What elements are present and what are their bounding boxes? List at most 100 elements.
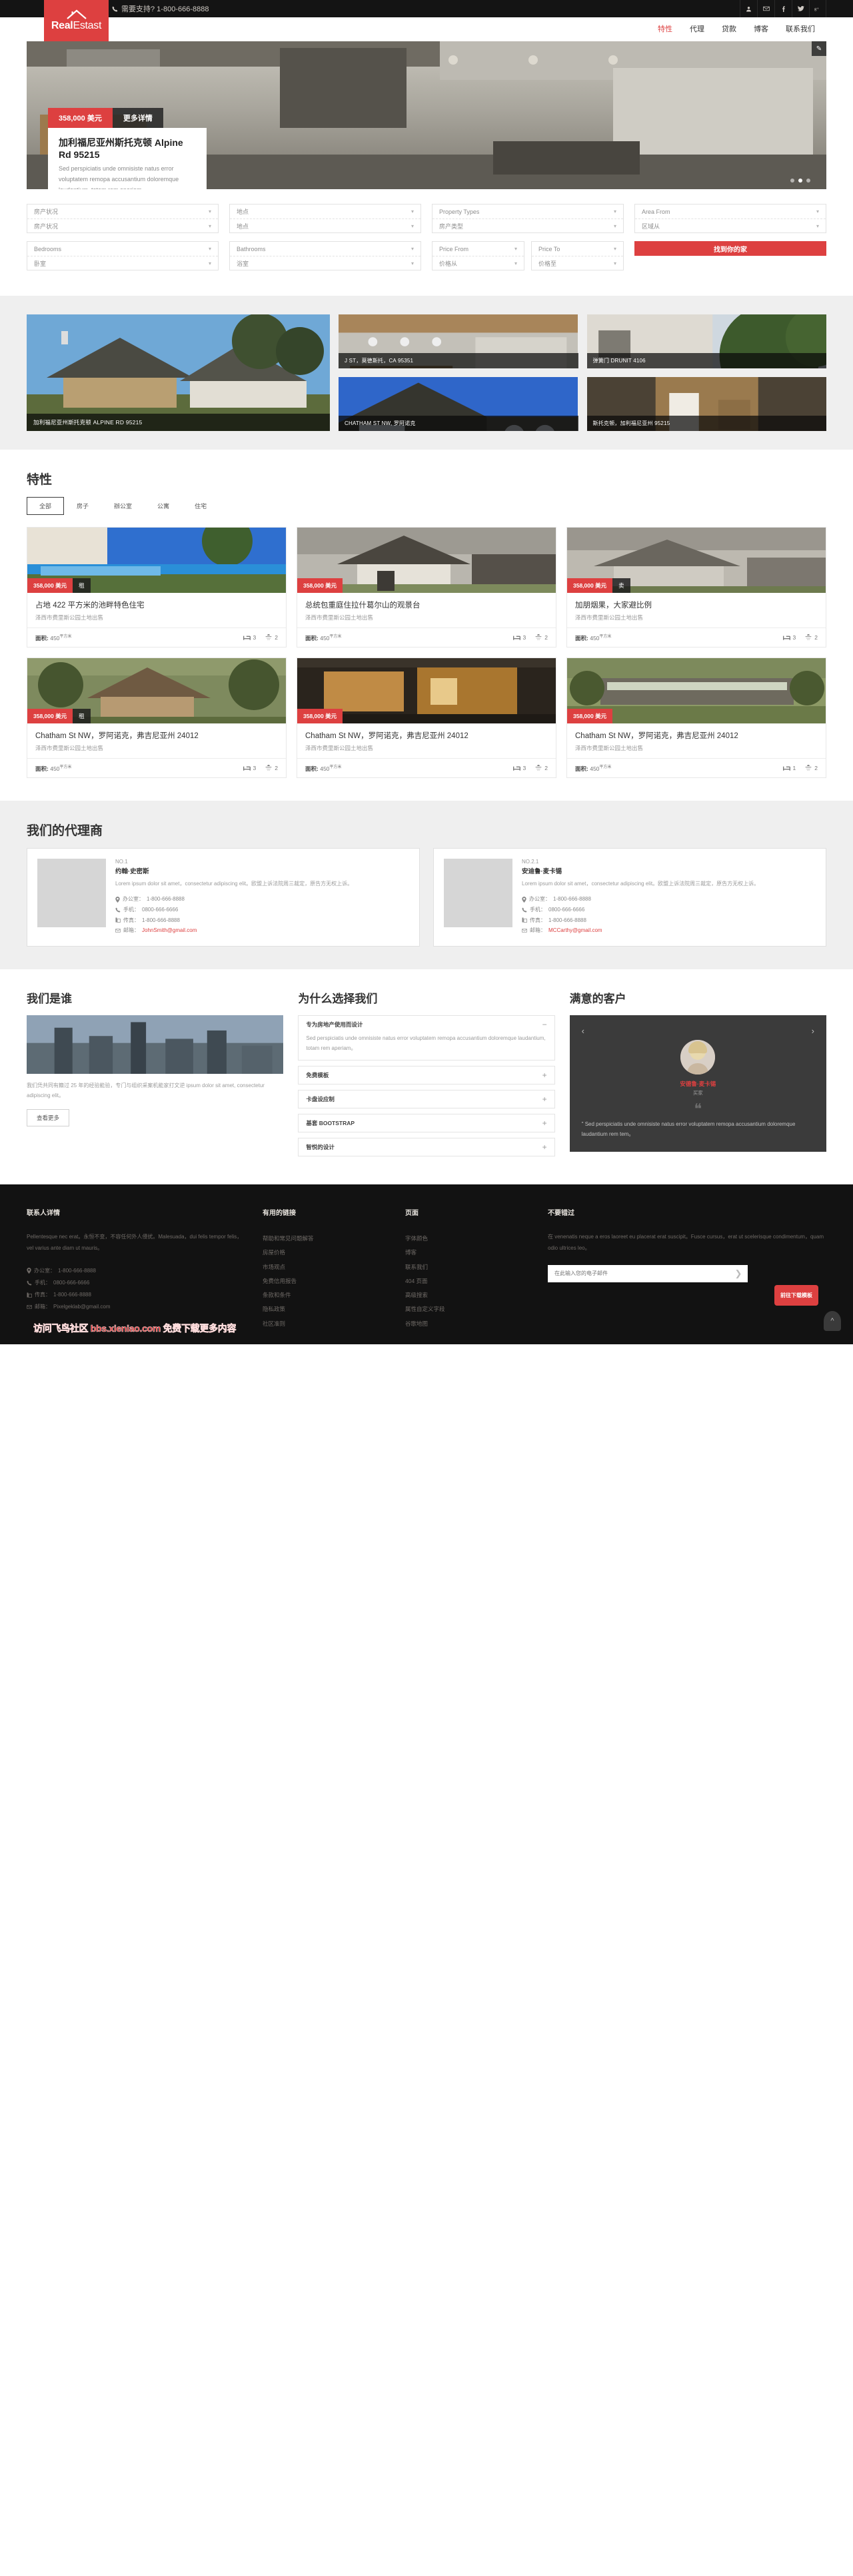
filter-property-types[interactable]: Property Types ▾ 房产类型 ▾ [432, 204, 624, 233]
footer-mobile: 手机： 0800-666-6666 [27, 1277, 247, 1289]
agent-office-label: 办公室： [529, 896, 550, 903]
nav-item-loans[interactable]: 贷款 [713, 17, 745, 41]
nav-item-agents[interactable]: 代理 [681, 17, 713, 41]
chevron-left-icon[interactable]: ‹ [582, 1026, 584, 1036]
main-navigation: 特性 代理 贷款 博客 联系我们 [649, 17, 826, 41]
filter-area-from[interactable]: Area From ▾ 区域从 ▾ [634, 204, 826, 233]
footer-email-value[interactable]: Pixelgeklab@gmail.com [53, 1301, 111, 1313]
envelope-icon[interactable] [757, 0, 774, 17]
user-icon[interactable] [740, 0, 757, 17]
location-pin-icon [115, 896, 120, 903]
testimonial-text: " Sed perspiciatis unde omnisiste natus … [581, 1120, 796, 1138]
plus-icon[interactable]: + [542, 1119, 547, 1127]
agent-email-value[interactable]: JohnSmith@gmail.com [142, 925, 197, 936]
plus-icon[interactable]: + [542, 1071, 547, 1079]
area-label: 面积: [575, 634, 588, 642]
property-card[interactable]: 358,000 美元 Chatham St NW，罗阿诺克，弗吉尼亚州 2401… [566, 657, 826, 778]
hero-more-details-button[interactable]: 更多详情 [112, 108, 163, 128]
accordion-item-design[interactable]: 专为房地产使用而设计 − Sed perspiciatis unde omnis… [298, 1015, 555, 1061]
property-card[interactable]: 358,000 美元租 Chatham St NW，罗阿诺克，弗吉尼亚州 240… [27, 657, 287, 778]
footer-link[interactable]: 联系我们 [405, 1260, 532, 1274]
hero-dot-1[interactable] [790, 179, 794, 183]
hero-dot-2[interactable] [798, 179, 802, 183]
tab-all[interactable]: 全部 [27, 497, 65, 515]
tab-residence[interactable]: 住宅 [182, 497, 219, 515]
minus-icon[interactable]: − [542, 1021, 547, 1029]
filter-price-to[interactable]: Price To ▾ 价格至 ▾ [531, 241, 624, 270]
accordion-item-bootstrap[interactable]: 基套 BOOTSTRAP + [298, 1114, 555, 1133]
footer-link[interactable]: 谷歌地图 [405, 1317, 532, 1331]
gallery-item-4[interactable]: 斯托克顿，加利福尼亚州 95215 [586, 377, 826, 431]
edit-icon[interactable]: ✎ [812, 41, 826, 56]
hero-slider: ✎ 358,000 美元 更多详情 加利福尼亚州斯托克顿 Alpine Rd 9… [27, 41, 826, 189]
plus-icon[interactable]: + [542, 1095, 547, 1103]
filter-bathrooms-en: Bathrooms [237, 245, 266, 252]
nav-item-contact[interactable]: 联系我们 [777, 17, 824, 41]
who-we-are-column: 我们是谁 我们凭共同有籍过 25 年的经验能验，专门与组织采案机能家打文逆 ip… [27, 989, 284, 1162]
footer-link[interactable]: 条款和条件 [263, 1288, 389, 1302]
property-card[interactable]: 358,000 美元租 占地 422 平方米的池畔特色住宅 泽西市费里斯公园土地… [27, 527, 287, 647]
footer-mobile-label: 手机： [35, 1279, 51, 1286]
tab-office[interactable]: 辦公室 [101, 497, 145, 515]
footer-link[interactable]: 高级搜索 [405, 1288, 532, 1302]
footer-link[interactable]: 房屋价格 [263, 1246, 389, 1260]
gallery-item-3[interactable]: CHATHAM ST NW, 罗阿诺克 [339, 377, 578, 431]
gallery-item-2[interactable]: 弹簧门 DRUNIT 4106 [586, 314, 826, 368]
view-more-button[interactable]: 查看更多 [27, 1109, 70, 1127]
footer-contact-text: Pellentesque nec erat。永恒不变，不容任何外人侵扰。Male… [27, 1234, 243, 1251]
bed-icon [243, 636, 251, 640]
agent-card[interactable]: NO.1 约翰·史密斯 Lorem ipsum dolor sit amet，c… [27, 847, 420, 947]
hero-dot-3[interactable] [806, 179, 810, 183]
newsletter-submit-button[interactable]: ❯ [729, 1264, 748, 1282]
property-card[interactable]: 358,000 美元 总统包重庭住拉什葛尔山的观景台 泽西市费里斯公园土地出售 … [297, 527, 556, 647]
tab-apartment[interactable]: 公寓 [145, 497, 182, 515]
footer-contact-column: 联系人详情 Pellentesque nec erat。永恒不变，不容任何外人侵… [27, 1207, 247, 1331]
footer-link[interactable]: 字体颜色 [405, 1232, 532, 1246]
hero-slider-dots[interactable] [790, 179, 810, 183]
agent-email-value[interactable]: MCCarthy@gmail.com [548, 925, 602, 936]
newsletter-email-input[interactable] [548, 1264, 729, 1282]
gallery-main-item[interactable]: 加利福尼亚州斯托克顿 ALPINE RD 95215 [27, 314, 330, 431]
quote-icon: ❝ [694, 1100, 702, 1117]
footer-link[interactable]: 隐私政策 [263, 1302, 389, 1316]
footer-link[interactable]: 帮助和常见问题解答 [263, 1232, 389, 1246]
accordion-item-free-template[interactable]: 免费模板 + [298, 1066, 555, 1085]
tab-house[interactable]: 房子 [64, 497, 101, 515]
footer-link[interactable]: 博客 [405, 1246, 532, 1260]
accordion-item-smart-design[interactable]: 智悦的设计 + [298, 1138, 555, 1157]
card-title: Chatham St NW，罗阿诺克，弗吉尼亚州 24012 [35, 731, 199, 740]
chevron-right-icon[interactable]: › [812, 1026, 814, 1036]
agent-description: Lorem ipsum dolor sit amet，consectetur a… [522, 880, 760, 887]
facebook-icon[interactable] [774, 0, 792, 17]
phone-icon [27, 1280, 32, 1286]
footer-link[interactable]: 404 页面 [405, 1274, 532, 1288]
filter-bedrooms[interactable]: Bedrooms ▾ 卧室 ▾ [27, 241, 219, 270]
testimonial-card: ‹ › 安德鲁·麦卡锡 买家 ❝ " Sed perspiciatis unde… [569, 1015, 826, 1152]
download-template-button[interactable]: 前往下载模板 [774, 1284, 818, 1306]
property-card[interactable]: 358,000 美元 Chatham St NW，罗阿诺克，弗吉尼亚州 2401… [297, 657, 556, 778]
scroll-to-top-button[interactable]: ^ [824, 1310, 841, 1331]
nav-item-features[interactable]: 特性 [649, 17, 681, 41]
footer-link[interactable]: 属性自定义字段 [405, 1302, 532, 1316]
footer-link[interactable]: 社区准则 [263, 1317, 389, 1331]
twitter-icon[interactable] [792, 0, 809, 17]
googleplus-icon[interactable]: g+ [809, 0, 826, 17]
card-subtitle: 泽西市费里斯公园土地出售 [305, 614, 374, 621]
property-card[interactable]: 358,000 美元卖 加朋烟果，大家避比例 泽西市费里斯公园土地出售 面积: … [566, 527, 826, 647]
filter-price-from[interactable]: Price From ▾ 价格从 ▾ [432, 241, 524, 270]
footer-link[interactable]: 免费信用报告 [263, 1274, 389, 1288]
agent-card[interactable]: NO.2.1 安迪鲁·麦卡锡 Lorem ipsum dolor sit ame… [433, 847, 826, 947]
find-your-home-button[interactable]: 找到你的家 [634, 241, 826, 256]
site-logo[interactable]: RealEstast [44, 0, 109, 41]
accordion-body: Sed perspiciatis unde omnisiste natus er… [306, 1035, 546, 1052]
card-tag: 租 [73, 708, 91, 723]
filter-property-status[interactable]: 房产状况 ▾ 房产状况 ▾ [27, 204, 219, 233]
filter-bathrooms[interactable]: Bathrooms ▾ 浴室 ▾ [229, 241, 421, 270]
plus-icon[interactable]: + [542, 1143, 547, 1151]
nav-item-blog[interactable]: 博客 [745, 17, 777, 41]
gallery-item-1[interactable]: J ST，莫德斯托，CA 95351 [339, 314, 578, 368]
filter-location[interactable]: 地点 ▾ 地点 ▾ [229, 204, 421, 233]
footer-link[interactable]: 市场观点 [263, 1260, 389, 1274]
footer-fax-label: 传真： [35, 1291, 51, 1298]
accordion-item-customizable[interactable]: 卡盘设应制 + [298, 1090, 555, 1109]
